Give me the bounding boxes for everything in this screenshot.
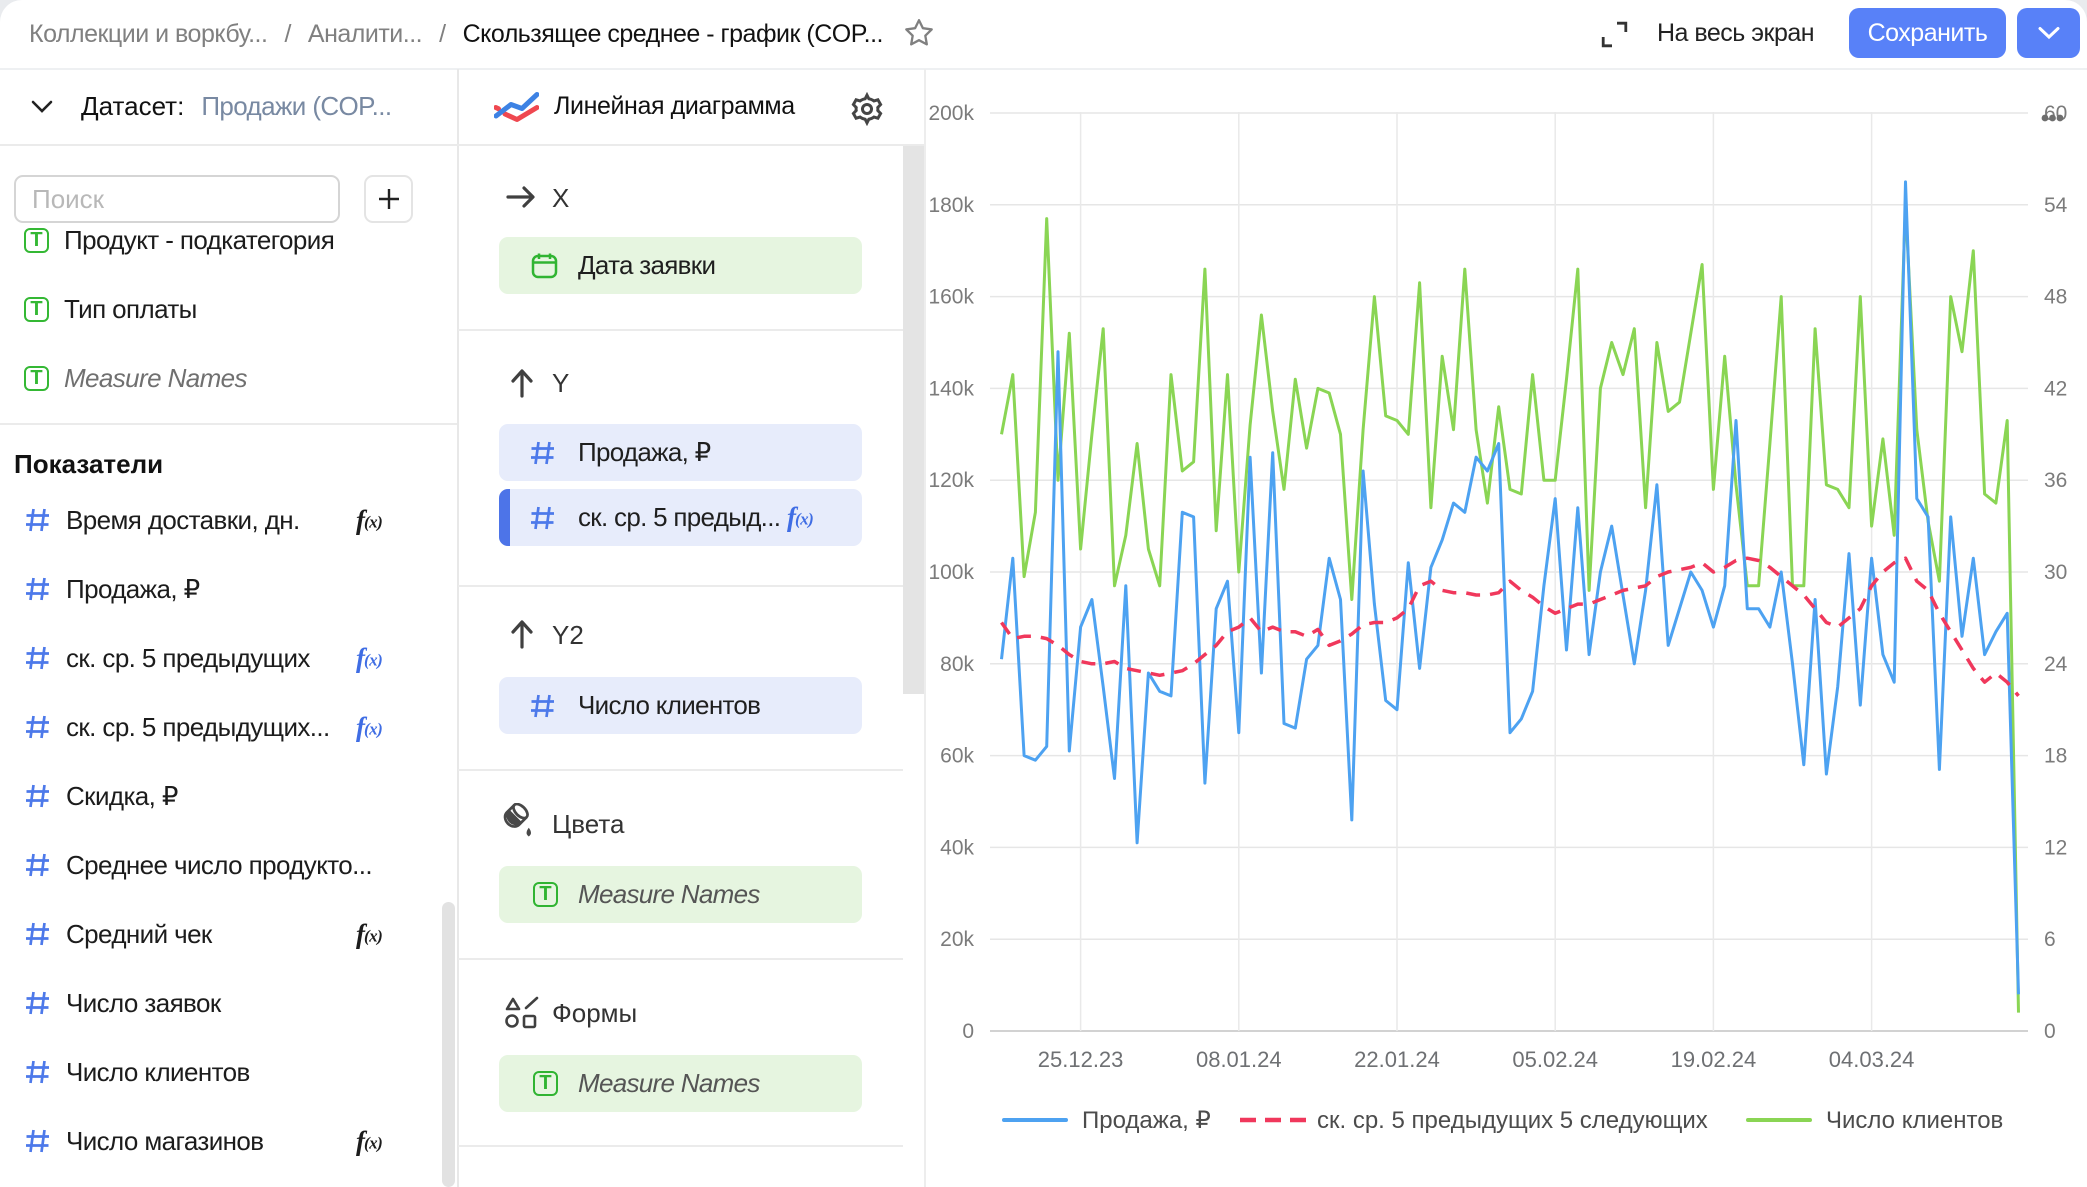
svg-text:42: 42 [2044,377,2067,400]
svg-text:48: 48 [2044,286,2067,309]
svg-text:60: 60 [2044,102,2067,125]
svg-text:0: 0 [2044,1020,2056,1043]
svg-text:24: 24 [2044,653,2068,676]
svg-text:30: 30 [2044,561,2067,584]
svg-text:05.02.24: 05.02.24 [1512,1047,1598,1072]
svg-text:19.02.24: 19.02.24 [1671,1047,1757,1072]
svg-text:18: 18 [2044,745,2067,768]
svg-text:20k: 20k [940,928,974,951]
svg-text:04.03.24: 04.03.24 [1829,1047,1915,1072]
svg-text:ск. ср. 5 предыдущих 5 следующ: ск. ср. 5 предыдущих 5 следующих [1317,1107,1708,1134]
svg-text:36: 36 [2044,469,2067,492]
svg-text:60k: 60k [940,745,974,768]
svg-text:120k: 120k [928,469,974,492]
svg-text:140k: 140k [928,377,974,400]
svg-text:Продажа, ₽: Продажа, ₽ [1082,1107,1211,1134]
svg-text:80k: 80k [940,653,974,676]
svg-text:180k: 180k [928,194,974,217]
svg-text:Число клиентов: Число клиентов [1826,1107,2003,1134]
svg-text:40k: 40k [940,836,974,859]
svg-text:200k: 200k [928,102,974,125]
svg-text:08.01.24: 08.01.24 [1196,1047,1282,1072]
svg-text:12: 12 [2044,836,2067,859]
svg-text:160k: 160k [928,286,974,309]
svg-text:100k: 100k [928,561,974,584]
svg-text:22.01.24: 22.01.24 [1354,1047,1440,1072]
svg-text:54: 54 [2044,194,2068,217]
svg-text:0: 0 [962,1020,974,1043]
svg-text:6: 6 [2044,928,2056,951]
svg-text:25.12.23: 25.12.23 [1038,1047,1124,1072]
